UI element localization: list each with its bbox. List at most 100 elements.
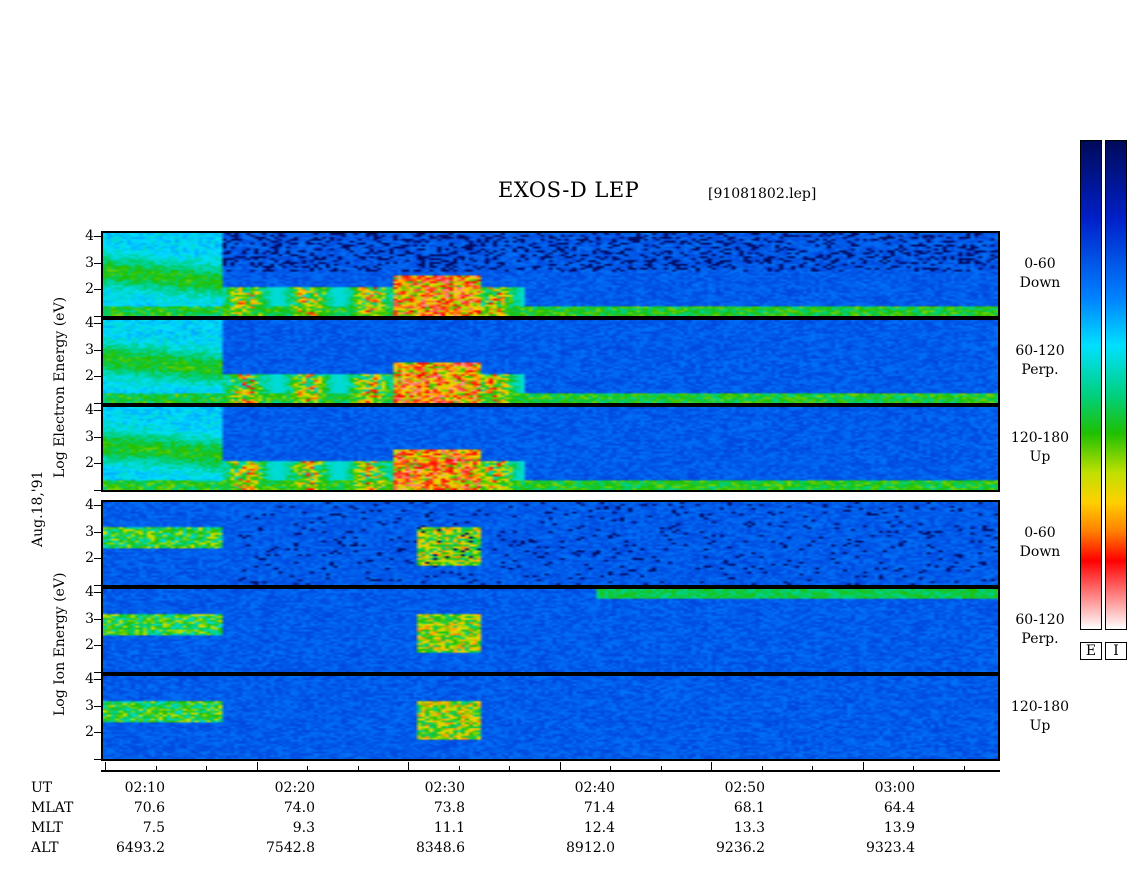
y-tick-label: 3: [85, 697, 94, 714]
row-value: 7.5: [142, 820, 165, 836]
row-value: 6493.2: [116, 840, 165, 856]
row-value: 7542.8: [266, 840, 315, 856]
y-tick-mark: [94, 262, 101, 264]
electron-colorbar-label: E: [1080, 642, 1102, 660]
spectrogram-panel-3: [101, 405, 1000, 492]
x-tick-mark: [307, 766, 308, 772]
row-value: 03:00: [874, 780, 915, 796]
x-tick-mark: [711, 762, 712, 772]
row-value: 13.9: [883, 820, 915, 836]
x-tick-mark: [559, 762, 561, 772]
y-tick-label: 4: [85, 671, 94, 688]
direction: Perp.: [1021, 362, 1059, 378]
y-tick-mark: [94, 349, 101, 351]
panel-pitch-label: 60-120 Perp.: [1005, 611, 1075, 649]
x-tick-mark: [458, 766, 460, 772]
x-tick-mark: [206, 766, 207, 772]
y-tick-mark: [94, 672, 101, 673]
row-value: 11.1: [433, 820, 465, 836]
y-tick-mark: [94, 376, 101, 377]
direction: Up: [1029, 449, 1051, 465]
row-value: 02:30: [424, 780, 465, 796]
panel-pitch-label: 120-180 Up: [1005, 698, 1075, 736]
row-value: 74.0: [283, 800, 315, 816]
x-tick-mark: [761, 766, 763, 772]
y-tick-mark: [94, 236, 101, 238]
y-tick-label: 4: [85, 315, 94, 332]
ion-axis-label: Log Ion Energy (eV): [52, 572, 68, 716]
row-label-mlt: MLT: [31, 820, 63, 836]
x-tick-mark: [862, 762, 864, 772]
row-value: 73.8: [433, 800, 465, 816]
panel-pitch-label: 120-180 Up: [1005, 429, 1075, 467]
panel-pitch-label: 0-60 Down: [1005, 255, 1075, 293]
pitch-angle: 120-180: [1010, 430, 1070, 446]
y-tick-label: 4: [85, 584, 94, 601]
direction: Perp.: [1021, 631, 1059, 647]
row-value: 8348.6: [416, 840, 465, 856]
time-axis: [101, 770, 1000, 772]
x-tick-mark: [105, 762, 106, 772]
ion-colorbar-label: I: [1105, 642, 1127, 660]
x-tick-mark: [256, 762, 258, 772]
row-value: 64.4: [883, 800, 915, 816]
row-value: 8912.0: [566, 840, 615, 856]
y-tick-label: 2: [85, 724, 94, 740]
direction: Down: [1019, 544, 1061, 560]
spectrogram-panel-5: [101, 587, 1000, 674]
panel-pitch-label: 0-60 Down: [1005, 524, 1075, 562]
row-value: 02:40: [574, 780, 615, 796]
y-tick-mark: [94, 316, 101, 317]
x-tick-mark: [913, 766, 914, 772]
row-value: 68.1: [733, 800, 765, 816]
row-value: 9323.4: [866, 840, 915, 856]
row-value: 9236.2: [716, 840, 765, 856]
row-value: 71.4: [583, 800, 615, 816]
spectrogram-panel-1: [101, 231, 1000, 318]
y-tick-label: 2: [85, 455, 94, 471]
y-tick-mark: [94, 531, 101, 533]
y-tick-mark: [94, 289, 101, 290]
row-value: 12.4: [583, 820, 615, 836]
y-tick-mark: [94, 618, 101, 620]
y-tick-mark: [94, 410, 101, 412]
spectrogram-panel-4: [101, 500, 1000, 587]
row-label-mlat: MLAT: [31, 800, 74, 816]
y-tick-mark: [94, 645, 101, 646]
row-value: 02:10: [124, 780, 165, 796]
x-tick-mark: [812, 766, 813, 772]
direction: Down: [1019, 275, 1061, 291]
date-label: Aug.18,'91: [30, 470, 46, 547]
pitch-angle: 60-120: [1015, 343, 1065, 359]
direction: Up: [1029, 718, 1051, 734]
x-tick-mark: [408, 762, 409, 772]
y-tick-label: 3: [85, 428, 94, 445]
y-tick-mark: [94, 403, 101, 404]
y-tick-label: 2: [85, 637, 94, 653]
spectrogram-panel-6: [101, 674, 1000, 761]
y-tick-mark: [94, 705, 101, 707]
spectrogram-panel-2: [101, 318, 1000, 405]
x-tick-mark: [357, 766, 359, 772]
panel-pitch-label: 60-120 Perp.: [1005, 342, 1075, 380]
x-tick-mark: [660, 766, 662, 772]
ion-colorbar: [1105, 140, 1127, 630]
y-tick-mark: [94, 558, 101, 559]
y-tick-mark: [94, 592, 101, 594]
row-label-alt: ALT: [31, 840, 59, 856]
y-tick-mark: [94, 585, 101, 586]
y-tick-label: 4: [85, 402, 94, 419]
y-tick-mark: [94, 505, 101, 507]
x-tick-mark: [610, 766, 611, 772]
y-tick-mark: [94, 323, 101, 325]
pitch-angle: 120-180: [1010, 699, 1070, 715]
y-tick-mark: [94, 463, 101, 464]
file-label: [91081802.lep]: [708, 186, 817, 202]
row-value: 9.3: [292, 820, 315, 836]
pitch-angle: 0-60: [1024, 525, 1056, 541]
electron-axis-label: Log Electron Energy (eV): [52, 296, 68, 478]
x-tick-mark: [963, 766, 965, 772]
y-tick-label: 3: [85, 254, 94, 271]
y-tick-label: 3: [85, 341, 94, 358]
y-tick-mark: [94, 759, 101, 760]
